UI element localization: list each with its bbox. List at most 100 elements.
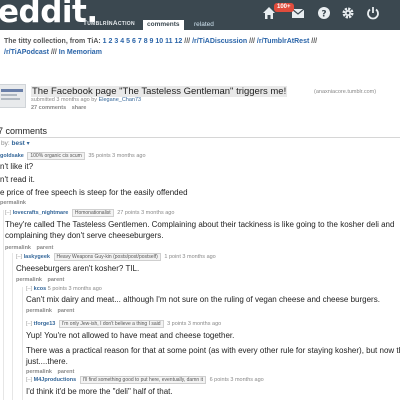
parent-link[interactable]: parent — [58, 369, 75, 375]
link-tiapodcast[interactable]: /r/TiAPodcast — [4, 49, 49, 56]
post-domain[interactable]: (anaxniacore.tumblr.com) — [314, 89, 376, 95]
post-thumbnail[interactable] — [0, 84, 26, 108]
collapse-toggle[interactable]: [–] — [26, 377, 32, 383]
link-page-8[interactable]: 8 — [144, 38, 148, 45]
comment-body: I'd think it'd be more the "deli" half o… — [26, 387, 173, 396]
comment-author[interactable]: lovecrafts_nightmare — [13, 210, 69, 216]
thread-line — [3, 210, 4, 400]
comment-author[interactable]: M4Jproductions — [34, 377, 76, 383]
chevron-down-icon[interactable]: ▾ — [27, 141, 30, 147]
comment-author[interactable]: laskygeek — [24, 254, 50, 260]
permalink-link[interactable]: permalink — [5, 245, 31, 251]
thread-line — [22, 287, 23, 400]
comment-author[interactable]: kcos — [34, 286, 47, 292]
link-page-3[interactable]: 3 — [114, 38, 118, 45]
thread-line — [12, 253, 13, 400]
comment-buttons: permalink parent — [5, 245, 394, 251]
link-tumblratrest[interactable]: /r/TumblrAtRest — [257, 38, 309, 45]
share-link[interactable]: share — [72, 105, 87, 111]
comment-tagline: [–] kcos 5 points 3 months ago — [26, 286, 380, 292]
comment: [–] kcos 5 points 3 months ago Can't mix… — [26, 286, 380, 314]
comment-body: Cheeseburgers aren't kosher? TIL. — [16, 264, 140, 273]
comment: goldsake 100% organic cis scum 35 points… — [0, 152, 188, 206]
comment-points: 6 points 3 months ago — [209, 377, 264, 383]
comments-count: 7 comments — [0, 126, 48, 136]
sort-value[interactable]: best — [11, 140, 24, 147]
post-buttons: 27 comments share — [31, 105, 90, 111]
comment-author[interactable]: tforge13 — [34, 321, 56, 327]
sort-menu[interactable]: by: best ▾ — [1, 140, 30, 147]
subreddit-name[interactable]: TumblrInAction — [83, 20, 135, 27]
comment-buttons: permalink parent — [26, 308, 380, 314]
comment-body: Yup! You're not allowed to have meat and… — [26, 331, 400, 366]
user-flair: I'll find something good to put here, ev… — [79, 376, 207, 384]
comment-points: 3 points 3 months ago — [167, 321, 222, 327]
permalink-link[interactable]: permalink — [16, 277, 42, 283]
comment: [–] tforge13 I'm only Jew-ish, I don't b… — [26, 320, 400, 375]
comment-buttons: permalink — [0, 200, 188, 206]
permalink-link[interactable]: permalink — [26, 308, 52, 314]
comment: [–] lovecrafts_nightmare Homonationalist… — [5, 209, 394, 251]
link-page-1[interactable]: 1 — [103, 38, 107, 45]
user-flair: Homonationalist — [71, 209, 114, 217]
post-author[interactable]: Elegane_Chan73 — [99, 97, 142, 103]
link-tiadiscussion[interactable]: /r/TiADiscussion — [192, 38, 247, 45]
collapse-toggle[interactable]: [–] — [26, 286, 32, 292]
links-line-1: The titty collection, from TiA: 1 2 3 4 … — [4, 36, 400, 47]
comment-tagline: [–] M4Jproductions I'll find something g… — [26, 376, 264, 384]
tab-related[interactable]: related — [190, 20, 218, 30]
link-page-11[interactable]: 11 — [165, 38, 172, 45]
sub-links-bar: The titty collection, from TiA: 1 2 3 4 … — [0, 36, 400, 58]
link-page-6[interactable]: 6 — [132, 38, 136, 45]
comment-body: They're called The Tasteless Gentlemen. … — [5, 220, 395, 240]
comment: [–] M4Jproductions I'll find something g… — [26, 376, 264, 397]
comment-tagline: [–] lovecrafts_nightmare Homonationalist… — [5, 209, 394, 217]
user-flair: 100% organic cis scum — [27, 152, 85, 160]
permalink-link[interactable]: permalink — [0, 200, 26, 206]
parent-link[interactable]: parent — [48, 277, 65, 283]
comment-points: 1 point 3 months ago — [164, 254, 216, 260]
link-page-5[interactable]: 5 — [126, 38, 130, 45]
link-page-10[interactable]: 10 — [155, 38, 163, 45]
link-page-2[interactable]: 2 — [109, 38, 113, 45]
svg-text:?: ? — [321, 10, 326, 20]
links-line-2: /r/TiAPodcast /// In Memoriam — [4, 47, 400, 58]
collapse-toggle[interactable]: [–] — [26, 321, 32, 327]
links-prefix: The titty collection, from TiA: — [4, 38, 101, 45]
post-meta: submitted 3 months ago by Elegane_Chan73 — [31, 97, 141, 103]
power-icon[interactable] — [365, 5, 381, 21]
link-in-memoriam[interactable]: In Memoriam — [59, 49, 102, 56]
link-page-9[interactable]: 9 — [150, 38, 154, 45]
separator: /// — [311, 38, 318, 45]
separator: /// — [249, 38, 255, 45]
permalink-link[interactable]: permalink — [26, 369, 52, 375]
comment-buttons: permalink parent — [16, 277, 216, 283]
link-page-7[interactable]: 7 — [138, 38, 142, 45]
comment: [–] laskygeek Heavy Weapons Guy-kin (pos… — [16, 253, 216, 283]
link-page-12[interactable]: 12 — [175, 38, 183, 45]
user-flair: Heavy Weapons Guy-kin (posts/post/postse… — [53, 253, 161, 261]
help-icon[interactable]: ? — [316, 5, 332, 21]
link-page-4[interactable]: 4 — [120, 38, 124, 45]
tab-comments[interactable]: comments — [143, 20, 184, 30]
parent-link[interactable]: parent — [58, 308, 75, 314]
post-title[interactable]: The Facebook page "The Tasteless Gentlem… — [31, 86, 288, 97]
separator: /// — [50, 49, 57, 56]
comment-points: 35 points 3 months ago — [88, 153, 146, 159]
comments-link[interactable]: 27 comments — [31, 105, 66, 111]
separator: /// — [184, 38, 191, 45]
settings-icon[interactable] — [340, 5, 356, 21]
site-header: eddit. TumblrInAction comments related 1… — [0, 0, 400, 30]
divider — [0, 137, 400, 138]
parent-link[interactable]: parent — [37, 245, 54, 251]
comment-author[interactable]: goldsake — [0, 153, 24, 159]
comment-tagline: goldsake 100% organic cis scum 35 points… — [0, 152, 188, 160]
comment-tagline: [–] laskygeek Heavy Weapons Guy-kin (pos… — [16, 253, 216, 261]
collapse-toggle[interactable]: [–] — [5, 210, 11, 216]
comment-buttons: permalink parent — [26, 369, 400, 375]
comment-body: n't like it? n't read it. e price of fre… — [0, 162, 188, 197]
mail-count-badge: 100+ — [274, 3, 294, 12]
user-flair: I'm only Jew-ish, I don't believe a thin… — [58, 320, 164, 328]
comment-body: Can't mix dairy and meat... although I'm… — [26, 295, 380, 304]
collapse-toggle[interactable]: [–] — [16, 254, 22, 260]
